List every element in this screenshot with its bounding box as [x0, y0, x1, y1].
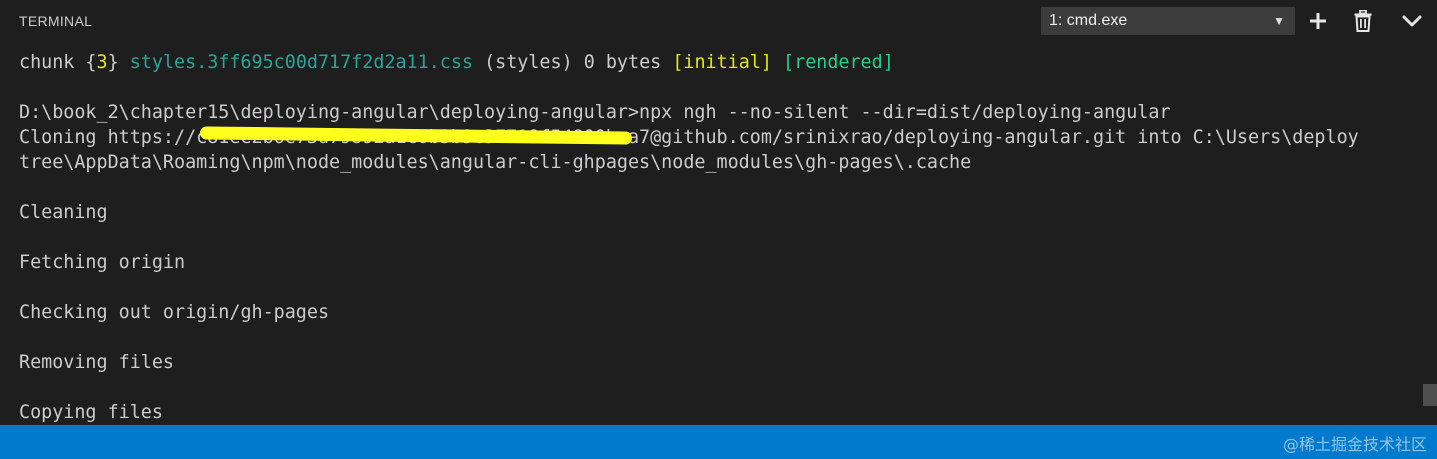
- terminal-line-chunk: chunk {3} styles.3ff695c00d717f2d2a11.cs…: [19, 50, 894, 75]
- collapse-panel-button[interactable]: [1398, 7, 1426, 35]
- chevron-down-icon: [1402, 15, 1422, 27]
- terminal-line-cloning-cont: tree\AppData\Roaming\npm\node_modules\an…: [19, 152, 972, 173]
- terminal-selector[interactable]: 1: cmd.exe ▼: [1041, 7, 1295, 35]
- panel-title[interactable]: TERMINAL: [19, 13, 92, 29]
- terminal-line-cleaning: Cleaning: [19, 202, 108, 223]
- terminal-selector-value: 1: cmd.exe: [1049, 12, 1128, 29]
- chunk-initial-tag: [initial]: [672, 52, 772, 73]
- plus-icon: [1309, 12, 1327, 30]
- chunk-space: [772, 52, 783, 73]
- chunk-prefix: chunk {: [19, 52, 97, 73]
- chunk-after-id: }: [107, 52, 130, 73]
- dropdown-arrow-icon: ▼: [1273, 14, 1285, 28]
- trash-icon: [1354, 10, 1372, 32]
- chunk-file: styles.3ff695c00d717f2d2a11.css: [129, 52, 473, 73]
- status-bar: @稀土掘金技术社区: [0, 425, 1437, 459]
- terminal-line-fetching: Fetching origin: [19, 252, 186, 273]
- chunk-id: 3: [96, 52, 108, 73]
- chunk-middle: (styles) 0 bytes: [473, 52, 673, 73]
- terminal-scrollbar-thumb[interactable]: [1423, 384, 1437, 406]
- watermark: @稀土掘金技术社区: [1282, 435, 1427, 454]
- kill-terminal-button[interactable]: [1349, 7, 1377, 35]
- terminal-line-removing: Removing files: [19, 352, 175, 373]
- new-terminal-button[interactable]: [1304, 7, 1332, 35]
- chunk-rendered-tag: [rendered]: [783, 52, 894, 73]
- terminal-line-command: D:\book_2\chapter15\deploying-angular\de…: [19, 102, 1171, 123]
- terminal-line-checking-out: Checking out origin/gh-pages: [19, 302, 330, 323]
- terminal-line-copying: Copying files: [19, 402, 163, 423]
- terminal-output[interactable]: chunk {3} styles.3ff695c00d717f2d2a11.cs…: [0, 48, 1422, 425]
- terminal-panel-header: TERMINAL 1: cmd.exe ▼: [0, 0, 1437, 44]
